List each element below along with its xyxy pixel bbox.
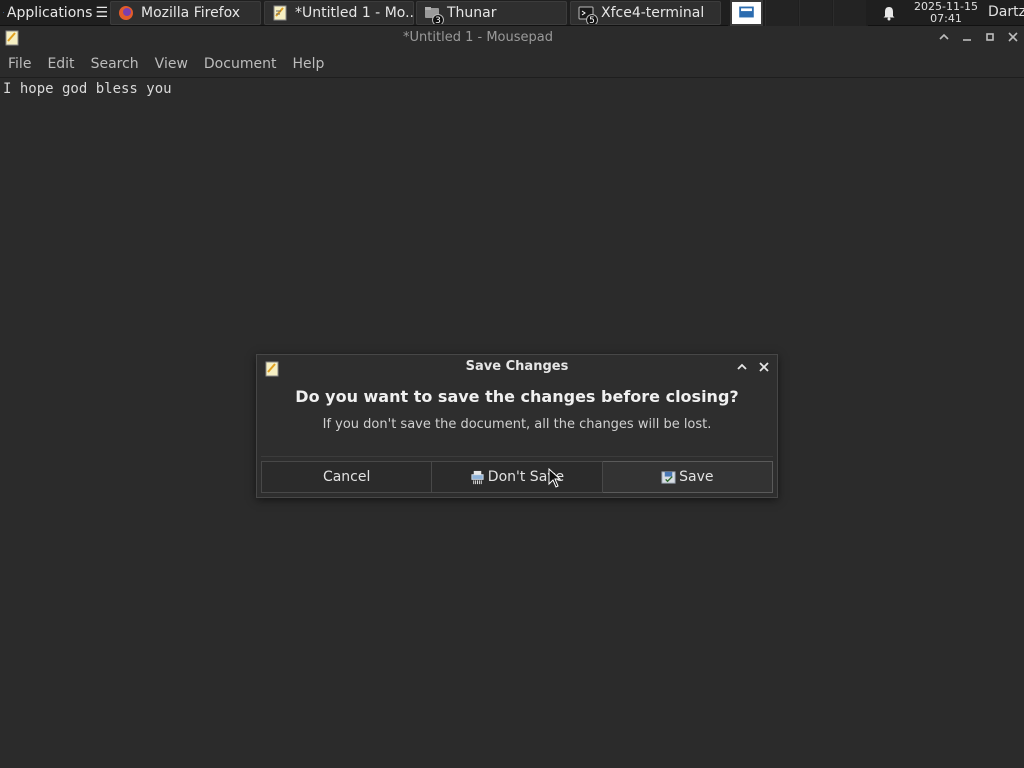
dialog-separator	[261, 456, 773, 457]
save-button[interactable]: Save	[602, 461, 773, 493]
maximize-icon	[986, 33, 994, 41]
taskbar: Applications ☰ Mozilla Firefox *Untitled…	[0, 0, 1024, 26]
save-button-label: Save	[679, 469, 714, 485]
task-firefox[interactable]: Mozilla Firefox	[110, 1, 261, 25]
menu-file[interactable]: File	[0, 56, 39, 72]
xfce-logo-icon	[3, 12, 4, 13]
task-label: Mozilla Firefox	[141, 5, 241, 21]
window-maximize-button[interactable]	[981, 30, 999, 48]
applications-menu-handle-icon: ☰	[95, 4, 108, 21]
menubar: File Edit Search View Document Help	[0, 51, 1024, 78]
task-label: *Untitled 1 - Mo...	[295, 5, 414, 21]
dialog-button-row: Cancel Don't Save Save	[261, 461, 773, 493]
task-thunar[interactable]: 3 Thunar	[416, 1, 567, 25]
workspace-3[interactable]	[799, 0, 832, 26]
window-close-button[interactable]	[1004, 30, 1022, 48]
clock[interactable]: 2025-11-15 07:41	[906, 1, 986, 25]
window-shade-button[interactable]	[935, 30, 953, 48]
menu-edit[interactable]: Edit	[39, 56, 82, 72]
dialog-heading: Do you want to save the changes before c…	[295, 387, 739, 406]
cancel-button-label: Cancel	[322, 469, 371, 485]
dont-save-button[interactable]: Don't Save	[432, 461, 603, 493]
menu-view[interactable]: View	[147, 56, 196, 72]
clock-time: 07:41	[930, 12, 962, 25]
task-mousepad[interactable]: *Untitled 1 - Mo...	[264, 1, 414, 25]
user-name[interactable]: Dartz	[988, 4, 1024, 20]
save-changes-dialog: Save Changes Do you want to save the cha…	[256, 354, 778, 498]
window-preview-icon	[739, 6, 754, 18]
window-title: *Untitled 1 - Mousepad	[403, 30, 553, 45]
cancel-button[interactable]: Cancel	[261, 461, 433, 493]
menu-document[interactable]: Document	[196, 56, 285, 72]
task-label: Thunar	[447, 5, 497, 21]
close-icon	[759, 362, 769, 372]
minimize-icon	[963, 39, 971, 41]
notification-bell-icon[interactable]	[881, 5, 897, 21]
mousepad-icon	[273, 5, 287, 21]
window-minimize-button[interactable]	[958, 30, 976, 48]
shredder-icon	[471, 470, 484, 484]
dialog-title: Save Changes	[465, 359, 569, 374]
chevron-up-icon	[737, 363, 747, 370]
workspace-2[interactable]	[765, 0, 798, 26]
dialog-shade-button[interactable]	[733, 360, 751, 378]
editor-line: I hope god bless you	[3, 81, 172, 97]
workspace-4[interactable]	[833, 0, 866, 26]
mouse-cursor-icon	[548, 468, 562, 488]
thunar-icon: 3	[424, 5, 444, 24]
applications-label: Applications	[6, 4, 93, 21]
applications-menu[interactable]: Applications ☰	[0, 0, 108, 26]
task-count-badge: 3	[432, 14, 444, 24]
chevron-up-icon	[939, 33, 949, 40]
menu-search[interactable]: Search	[83, 56, 147, 72]
workspace-1[interactable]	[730, 0, 763, 26]
task-label: Xfce4-terminal	[601, 5, 705, 21]
dialog-message: If you don't save the document, all the …	[322, 417, 712, 432]
menu-help[interactable]: Help	[284, 56, 332, 72]
save-icon	[661, 470, 676, 484]
task-terminal[interactable]: 5 Xfce4-terminal	[570, 1, 721, 25]
dialog-close-button[interactable]	[755, 360, 773, 378]
window-titlebar: *Untitled 1 - Mousepad	[0, 27, 1024, 51]
terminal-icon: 5	[578, 5, 598, 24]
close-icon	[1008, 32, 1018, 42]
workspace-switcher	[728, 0, 868, 26]
task-count-badge: 5	[586, 14, 598, 24]
firefox-icon	[119, 6, 133, 20]
